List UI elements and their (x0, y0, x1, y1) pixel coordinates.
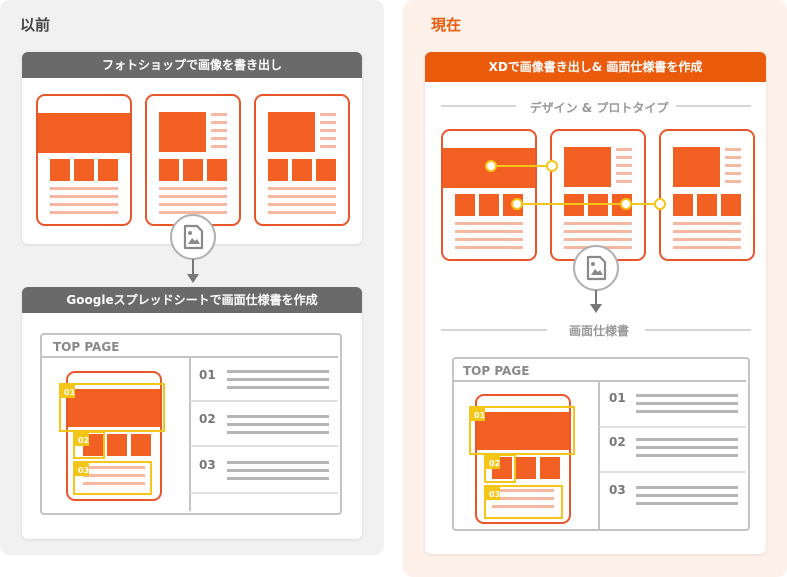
arrow-head-icon (187, 274, 199, 283)
marker-label: 02 (489, 459, 500, 468)
page-mockup (254, 94, 350, 226)
text-lines (227, 370, 329, 389)
marker-label: 01 (64, 388, 76, 397)
marker-label: 01 (474, 411, 486, 420)
diagram-graphics: 01 02 03 01 02 03 (36, 94, 755, 529)
marker-label: 03 (489, 490, 500, 499)
page-mockup (550, 129, 646, 261)
arrow-head-icon (590, 304, 602, 313)
marker-label: 02 (78, 436, 89, 445)
image-icon (169, 213, 217, 261)
image-icon (572, 244, 620, 292)
text-lines (636, 438, 738, 457)
text-lines (227, 461, 329, 480)
text-lines (227, 415, 329, 434)
text-lines (636, 486, 738, 505)
page-mockup (36, 94, 132, 226)
page-mockup (659, 129, 755, 261)
page-mockup (145, 94, 241, 226)
page-mockup (441, 129, 537, 261)
text-lines (636, 394, 738, 413)
marker-label: 03 (78, 466, 89, 475)
